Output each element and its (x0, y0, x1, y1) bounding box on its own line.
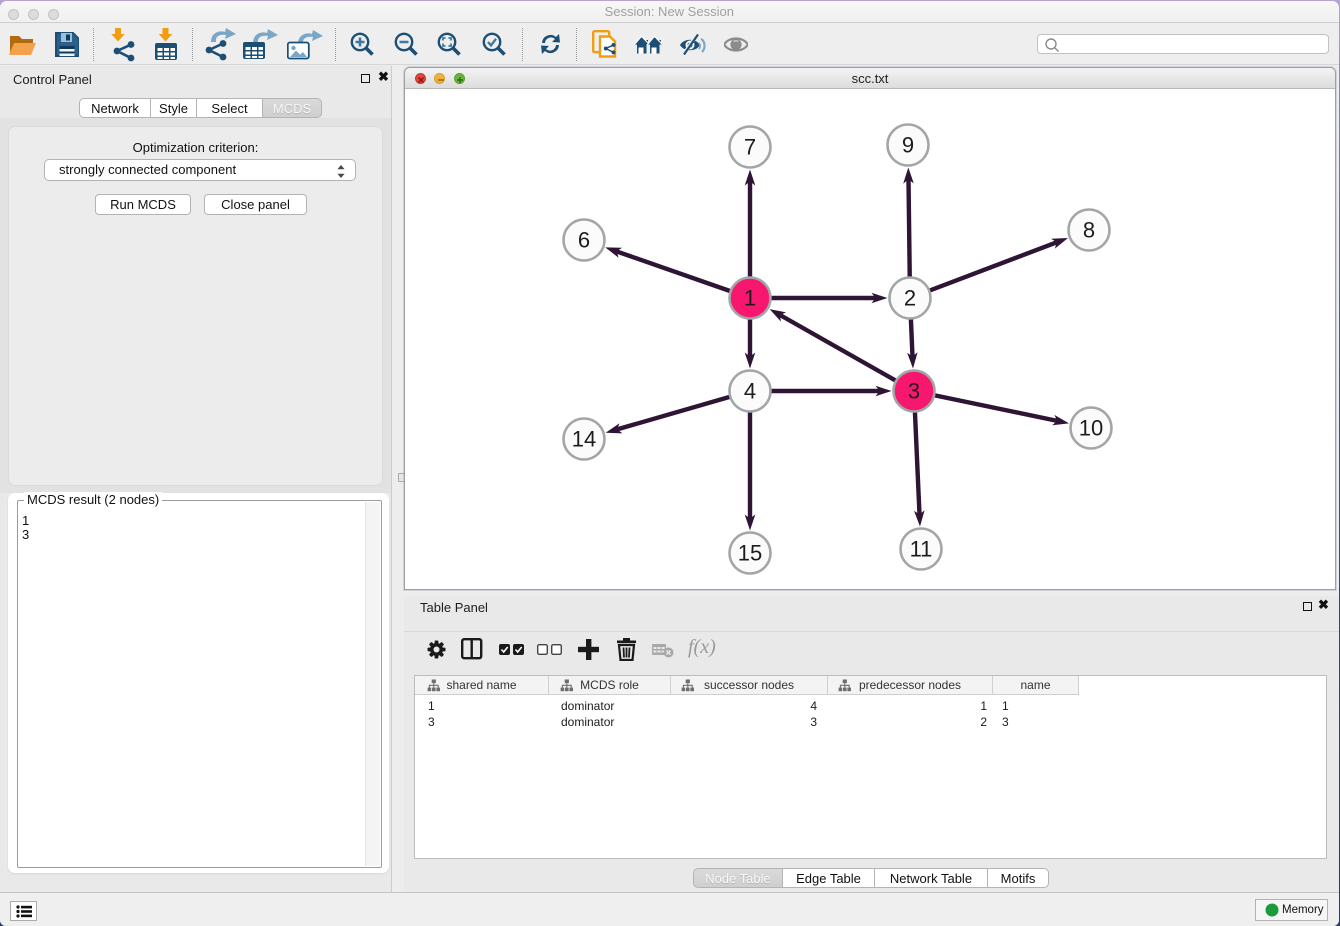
svg-text:1: 1 (744, 286, 756, 311)
svg-text:4: 4 (744, 379, 756, 404)
svg-text:6: 6 (578, 228, 590, 253)
svg-text:8: 8 (1083, 218, 1095, 243)
svg-text:15: 15 (738, 541, 762, 566)
svg-text:2: 2 (904, 286, 916, 311)
svg-text:14: 14 (572, 427, 596, 452)
svg-text:9: 9 (902, 133, 914, 158)
svg-text:7: 7 (744, 135, 756, 160)
svg-text:3: 3 (908, 379, 920, 404)
svg-text:11: 11 (910, 537, 933, 562)
svg-text:10: 10 (1079, 416, 1103, 441)
